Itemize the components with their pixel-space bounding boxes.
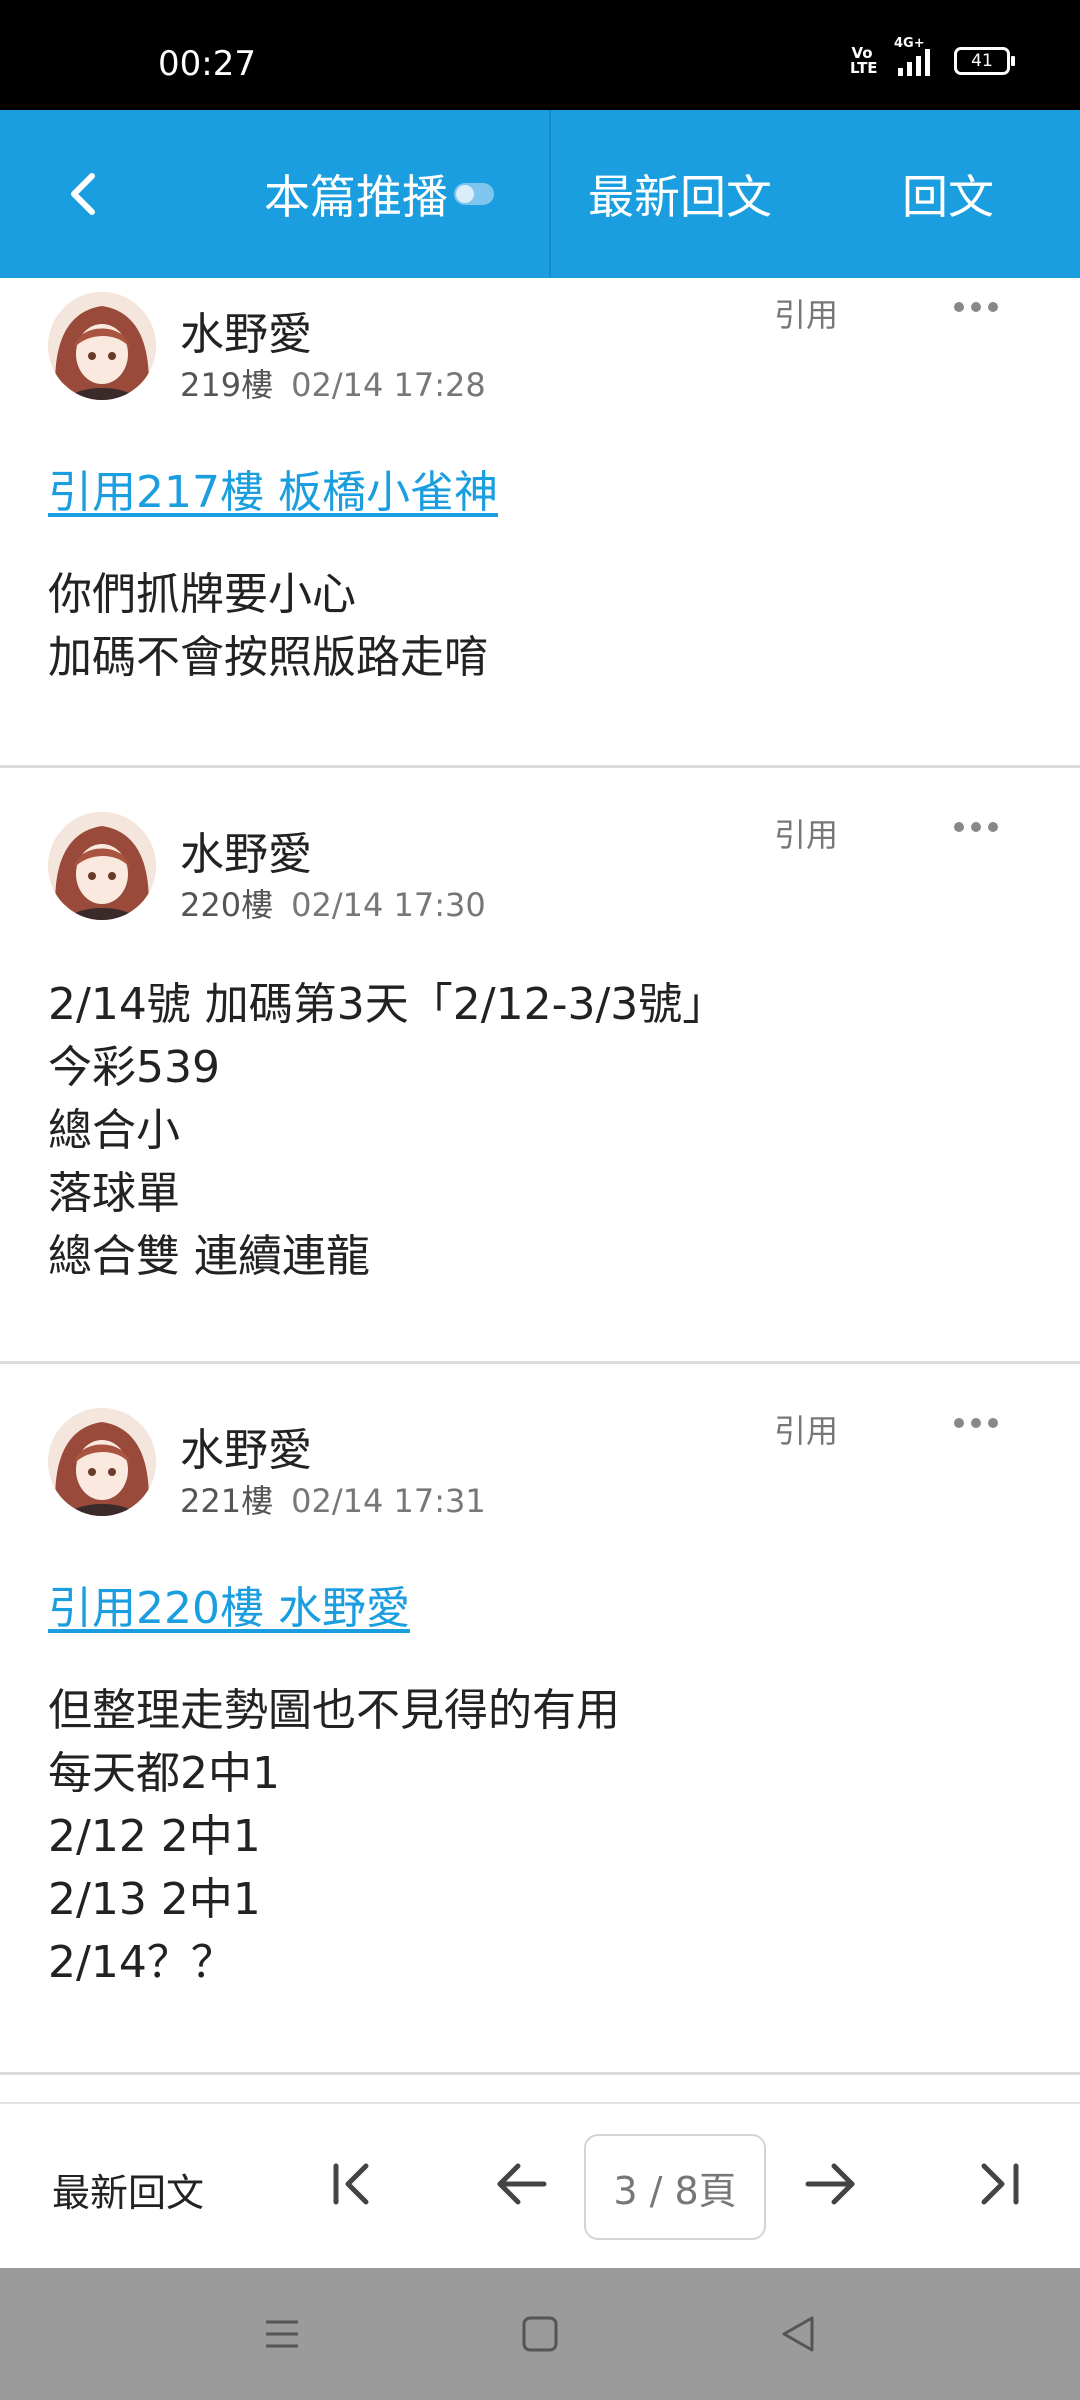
post-line: 但整理走勢圖也不見得的有用: [48, 1685, 620, 1736]
quote-button[interactable]: 引用: [774, 1406, 838, 1452]
post-meta: 221樓 02/14 17:31: [180, 1476, 486, 1522]
post-line: 你們抓牌要小心: [48, 569, 356, 620]
avatar[interactable]: [48, 1408, 156, 1516]
battery-level: 41: [971, 51, 993, 71]
post-divider: [0, 1361, 1080, 1364]
post-line: 加碼不會按照版路走唷: [48, 632, 488, 683]
first-page-button[interactable]: [322, 2152, 386, 2216]
tab-latest-reply[interactable]: 最新回文: [588, 110, 772, 278]
arrow-left-icon: [497, 2163, 547, 2205]
battery-icon: 41: [954, 47, 1015, 75]
more-dots-icon[interactable]: [954, 302, 1002, 318]
app-header: 本篇推播 最新回文 回文: [0, 110, 1080, 278]
avatar-image: [48, 1408, 156, 1516]
last-page-button[interactable]: [966, 2152, 1030, 2216]
quote-button[interactable]: 引用: [774, 290, 838, 336]
quoted-post-link[interactable]: 引用220樓 水野愛: [48, 1572, 410, 1636]
home-square-icon[interactable]: [516, 2310, 564, 2358]
system-nav-bar: [0, 2268, 1080, 2400]
next-page-button[interactable]: [798, 2152, 862, 2216]
post-meta: 220樓 02/14 17:30: [180, 880, 486, 926]
post-divider: [0, 765, 1080, 768]
arrow-right-icon: [805, 2163, 855, 2205]
push-toggle[interactable]: [454, 183, 494, 205]
post-date: 02/14 17:28: [291, 366, 486, 404]
post-author[interactable]: 水野愛: [180, 1414, 312, 1478]
post-line: 總合小: [48, 1105, 180, 1156]
volte-icon: Vo LTE: [850, 44, 878, 77]
back-triangle-icon[interactable]: [774, 2310, 822, 2358]
post-line: 總合雙 連續連龍: [48, 1231, 370, 1282]
post-line: 2/14號 加碼第3天「2/12-3/3號」: [48, 979, 727, 1030]
post-floor: 219樓: [180, 366, 274, 404]
network-type: 4G+: [894, 36, 925, 51]
post-meta: 219樓 02/14 17:28: [180, 360, 486, 406]
post-date: 02/14 17:31: [291, 1482, 486, 1520]
back-button[interactable]: [58, 162, 108, 226]
post-item: 水野愛 219樓 02/14 17:28 引用 引用217樓 板橋小雀神 你們抓牌…: [0, 278, 1080, 768]
post-floor: 221樓: [180, 1482, 274, 1520]
tab-post-push[interactable]: 本篇推播: [264, 110, 494, 278]
quoted-post-link[interactable]: 引用217樓 板橋小雀神: [48, 456, 498, 520]
first-page-icon: [333, 2163, 369, 2205]
more-dots-icon[interactable]: [954, 822, 1002, 838]
post-item: 水野愛 220樓 02/14 17:30 引用 2/14號 加碼第3天「2/12-…: [0, 798, 1080, 1358]
page-indicator[interactable]: 3 / 8頁: [584, 2134, 766, 2240]
pagination-toolbar: 最新回文 3 / 8頁: [0, 2102, 1080, 2270]
last-page-icon: [981, 2163, 1019, 2205]
post-date: 02/14 17:30: [291, 886, 486, 924]
post-line: 2/13 2中1: [48, 1874, 261, 1925]
post-item: 水野愛 221樓 02/14 17:31 引用 引用220樓 水野愛 但整理走勢圖…: [0, 1394, 1080, 2074]
quote-button[interactable]: 引用: [774, 810, 838, 856]
tab-post-push-label: 本篇推播: [264, 170, 448, 224]
prev-page-button[interactable]: [490, 2152, 554, 2216]
status-icons: Vo LTE 4G+ 41: [850, 36, 1015, 77]
post-floor: 220樓: [180, 886, 274, 924]
avatar-image: [48, 292, 156, 400]
post-author[interactable]: 水野愛: [180, 818, 312, 882]
menu-icon[interactable]: [258, 2310, 306, 2358]
avatar-image: [48, 812, 156, 920]
latest-reply-button[interactable]: 最新回文: [52, 2162, 204, 2217]
avatar[interactable]: [48, 812, 156, 920]
status-time: 00:27: [158, 44, 256, 84]
post-line: 今彩539: [48, 1042, 220, 1093]
status-bar: 00:27 Vo LTE 4G+ 41: [0, 0, 1080, 110]
more-dots-icon[interactable]: [954, 1418, 1002, 1434]
chevron-left-icon: [71, 173, 95, 215]
signal-icon: 4G+: [894, 36, 930, 76]
post-content: 但整理走勢圖也不見得的有用 每天都2中1 2/12 2中1 2/13 2中1 2…: [48, 1679, 620, 1994]
tab-reply[interactable]: 回文: [902, 110, 994, 278]
avatar[interactable]: [48, 292, 156, 400]
post-content: 2/14號 加碼第3天「2/12-3/3號」 今彩539 總合小 落球單 總合雙…: [48, 973, 726, 1288]
post-line: 每天都2中1: [48, 1748, 280, 1799]
post-line: 2/14？？: [48, 1937, 235, 1988]
post-line: 2/12 2中1: [48, 1811, 261, 1862]
header-divider: [549, 110, 551, 278]
post-author[interactable]: 水野愛: [180, 298, 312, 362]
post-divider: [0, 2072, 1080, 2075]
post-content: 你們抓牌要小心 加碼不會按照版路走唷: [48, 563, 488, 689]
post-line: 落球單: [48, 1168, 180, 1219]
